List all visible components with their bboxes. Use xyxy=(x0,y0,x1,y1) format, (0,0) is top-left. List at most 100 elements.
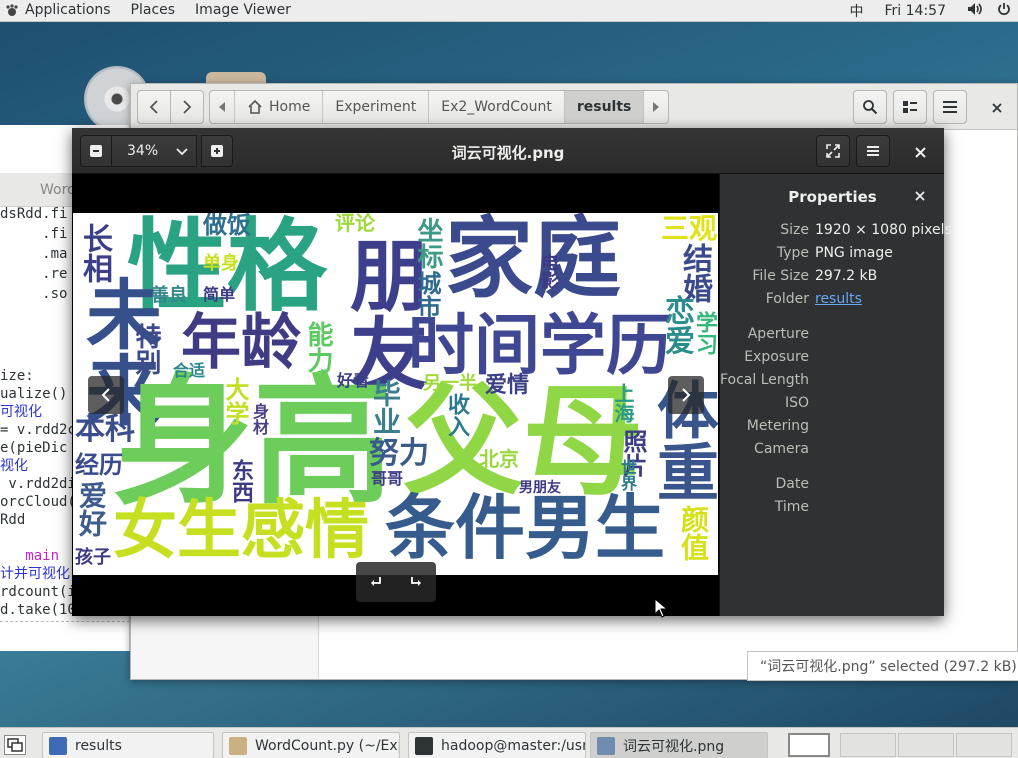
property-row: Exposure xyxy=(720,349,945,369)
input-method-indicator[interactable]: 中 xyxy=(850,1,864,21)
chevron-left-icon xyxy=(149,100,158,114)
properties-panel: Properties Size 1920 × 1080 pixels Type PNG… xyxy=(719,174,952,616)
image-canvas[interactable]: 家庭 性格 朋友 未来 时间学历 年龄 身高 父母 体重 女生感情 条件男生 做饭 评论 坐标 城市 三观 结婚… xyxy=(72,174,719,618)
workspace-3[interactable] xyxy=(898,733,954,757)
property-row: Focal Length xyxy=(720,372,945,392)
taskbar: results WordCount.py (~/Exp... hadoop@mast… xyxy=(0,727,1018,758)
workspace-1[interactable] xyxy=(788,733,830,757)
list-view-icon xyxy=(903,101,917,113)
path-scroll-right[interactable] xyxy=(644,91,668,123)
previous-image-button[interactable] xyxy=(88,376,124,414)
rotate-right-button[interactable] xyxy=(396,562,436,602)
properties-close-button[interactable] xyxy=(910,186,930,206)
word-cloud-word: 男朋友 xyxy=(519,480,561,496)
fullscreen-button[interactable] xyxy=(816,135,850,167)
word-cloud-word: 世界 xyxy=(618,459,637,491)
image-viewer-window: 34% 词云可视化.png 家庭 性格 朋友 未来 时间学历 年龄 身高 父母 体重 女生感情 条件… xyxy=(72,128,952,618)
app-menu[interactable]: Image Viewer xyxy=(185,0,301,22)
code-line: d.take(10 xyxy=(0,602,76,618)
forward-button[interactable] xyxy=(170,90,204,124)
word-cloud-word: 三观 xyxy=(661,213,718,245)
path-experiment[interactable]: Experiment xyxy=(323,91,430,123)
code-line: main xyxy=(0,548,76,564)
editor-divider xyxy=(0,621,129,622)
files-close-button[interactable] xyxy=(983,98,1011,118)
gnome-foot-icon xyxy=(5,3,19,18)
code-line: = v.rdd2c xyxy=(0,422,76,438)
chevron-left-icon xyxy=(101,388,110,402)
app-icon xyxy=(597,736,615,755)
code-line: 可视化 xyxy=(0,404,42,420)
applications-menu[interactable]: Applications xyxy=(15,0,121,22)
app-icon xyxy=(49,736,67,755)
search-icon xyxy=(863,100,878,115)
word-cloud-word: 城市 xyxy=(413,271,441,319)
search-button[interactable] xyxy=(853,90,887,124)
word-cloud-word: 家庭 xyxy=(445,213,622,310)
word-cloud-word: 孩子 xyxy=(75,547,111,568)
property-row: Metering xyxy=(720,418,945,438)
zoom-level-dropdown[interactable]: 34% xyxy=(111,135,197,167)
code-line: v.rdd2di xyxy=(0,476,76,492)
property-key: Metering xyxy=(746,418,809,434)
property-key: Type xyxy=(776,245,809,261)
word-cloud-word: 本科 xyxy=(75,412,135,447)
path-home[interactable]: Home xyxy=(235,91,324,123)
zoom-out-button[interactable] xyxy=(80,135,112,167)
taskbar-item[interactable]: results xyxy=(42,732,214,758)
taskbar-item-label: WordCount.py (~/Exp... xyxy=(255,737,399,754)
property-key: Folder xyxy=(765,291,809,307)
viewer-close-button[interactable] xyxy=(910,142,930,162)
path-results[interactable]: results xyxy=(564,91,645,123)
path-scroll-left[interactable] xyxy=(210,91,235,123)
word-cloud-word: 善良 xyxy=(151,285,187,306)
files-menu-button[interactable] xyxy=(933,90,967,124)
taskbar-item[interactable]: hadoop@master:/usr/... xyxy=(408,732,586,758)
volume-icon[interactable] xyxy=(967,2,983,20)
taskbar-item[interactable]: 词云可视化.png xyxy=(590,732,768,758)
word-cloud-word: 另一半 xyxy=(423,373,477,394)
workspace-4[interactable] xyxy=(956,733,1012,757)
viewer-menu-button[interactable] xyxy=(856,135,890,167)
zoom-in-button[interactable] xyxy=(201,135,233,167)
plus-icon xyxy=(211,145,223,157)
power-icon[interactable] xyxy=(997,2,1011,20)
clock[interactable]: Fri 14:57 xyxy=(885,3,946,19)
property-row: File Size 297.2 kB xyxy=(720,268,945,288)
word-cloud-word: 电影 xyxy=(538,253,559,289)
word-cloud-word: 单身 xyxy=(203,253,239,274)
property-value: PNG image xyxy=(815,245,893,261)
home-icon xyxy=(248,100,262,114)
word-cloud-word: 身材 xyxy=(250,403,269,435)
taskbar-item[interactable]: WordCount.py (~/Exp... xyxy=(222,732,400,758)
word-cloud-word: 好看 xyxy=(337,371,370,390)
view-mode-button[interactable] xyxy=(893,90,927,124)
close-icon xyxy=(914,146,926,158)
back-button[interactable] xyxy=(137,90,171,124)
workspace-2[interactable] xyxy=(840,733,896,757)
property-key: Exposure xyxy=(744,349,809,365)
property-row: Folder results xyxy=(720,291,945,311)
mouse-cursor-icon xyxy=(654,598,668,618)
word-cloud-word: 女生感情 xyxy=(113,494,369,568)
chevron-right-icon xyxy=(183,100,192,114)
files-headerbar: Home Experiment Ex2_WordCount results xyxy=(131,84,1017,130)
taskbar-item-label: hadoop@master:/usr/... xyxy=(441,737,585,754)
code-line: .so xyxy=(0,286,68,302)
next-image-button[interactable] xyxy=(668,376,704,414)
word-cloud-word: 长相 xyxy=(77,223,112,283)
property-key: Time xyxy=(774,499,809,515)
code-line: 计并可视化 xyxy=(0,566,70,582)
word-cloud-word: 毕业 xyxy=(369,379,402,435)
word-cloud-word: 简单 xyxy=(203,285,236,304)
code-line: rdcount(i xyxy=(0,584,76,600)
taskbar-item-label: results xyxy=(75,737,122,754)
property-value: 297.2 kB xyxy=(815,268,878,284)
places-menu[interactable]: Places xyxy=(121,0,186,22)
rotate-left-button[interactable] xyxy=(356,562,396,602)
show-desktop-button[interactable] xyxy=(4,735,26,755)
minus-icon xyxy=(90,145,102,157)
code-line: ualize() xyxy=(0,386,68,402)
folder-link[interactable]: results xyxy=(815,291,862,307)
path-ex2-wordcount[interactable]: Ex2_WordCount xyxy=(429,91,565,123)
